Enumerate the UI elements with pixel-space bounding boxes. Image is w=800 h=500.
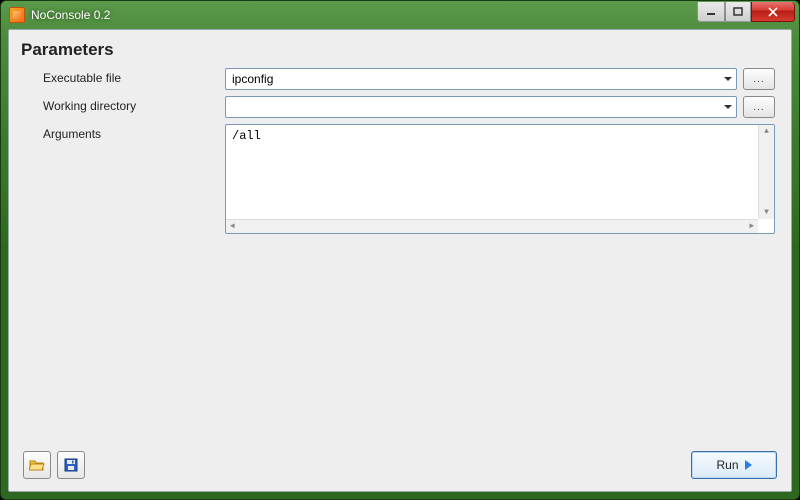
executable-file-combobox[interactable]: ipconfig xyxy=(225,68,737,90)
chevron-down-icon xyxy=(724,105,732,109)
vertical-scrollbar[interactable]: ▲ ▼ xyxy=(758,125,774,219)
maximize-button[interactable] xyxy=(725,2,751,22)
scroll-right-icon: ► xyxy=(747,220,756,233)
folder-open-icon xyxy=(29,457,45,473)
close-icon xyxy=(767,7,779,17)
close-button[interactable] xyxy=(751,2,795,22)
arguments-textarea[interactable]: /all ▲ ▼ ◄ ► xyxy=(225,124,775,234)
open-button[interactable] xyxy=(23,451,51,479)
row-executable: Executable file ipconfig ... xyxy=(25,68,775,90)
arguments-value: /all xyxy=(232,129,261,143)
maximize-icon xyxy=(733,7,743,17)
chevron-down-icon xyxy=(724,77,732,81)
scroll-down-icon: ▼ xyxy=(762,206,771,219)
minimize-button[interactable] xyxy=(697,2,725,22)
window-title: NoConsole 0.2 xyxy=(31,8,110,22)
working-directory-combobox[interactable] xyxy=(225,96,737,118)
parameters-form: Executable file ipconfig ... Working dir… xyxy=(9,68,791,240)
run-button-label: Run xyxy=(716,458,738,472)
titlebar[interactable]: NoConsole 0.2 xyxy=(1,1,799,29)
floppy-disk-icon xyxy=(63,457,79,473)
browse-working-directory-button[interactable]: ... xyxy=(743,96,775,118)
browse-executable-button[interactable]: ... xyxy=(743,68,775,90)
label-working-directory: Working directory xyxy=(25,96,225,113)
label-executable: Executable file xyxy=(25,68,225,85)
horizontal-scrollbar[interactable]: ◄ ► xyxy=(226,219,758,233)
row-working-directory: Working directory ... xyxy=(25,96,775,118)
label-arguments: Arguments xyxy=(25,124,225,141)
minimize-icon xyxy=(706,7,716,17)
scroll-left-icon: ◄ xyxy=(228,220,237,233)
play-icon xyxy=(745,460,752,470)
section-title: Parameters xyxy=(9,30,791,68)
run-button[interactable]: Run xyxy=(691,451,777,479)
client-area: Parameters Executable file ipconfig ... … xyxy=(8,29,792,492)
app-window: NoConsole 0.2 Parameters Executable file… xyxy=(0,0,800,500)
row-arguments: Arguments /all ▲ ▼ ◄ ► xyxy=(25,124,775,234)
bottom-toolbar: Run xyxy=(9,441,791,491)
save-button[interactable] xyxy=(57,451,85,479)
app-icon xyxy=(9,7,25,23)
scroll-up-icon: ▲ xyxy=(762,125,771,138)
executable-file-value: ipconfig xyxy=(232,72,273,86)
